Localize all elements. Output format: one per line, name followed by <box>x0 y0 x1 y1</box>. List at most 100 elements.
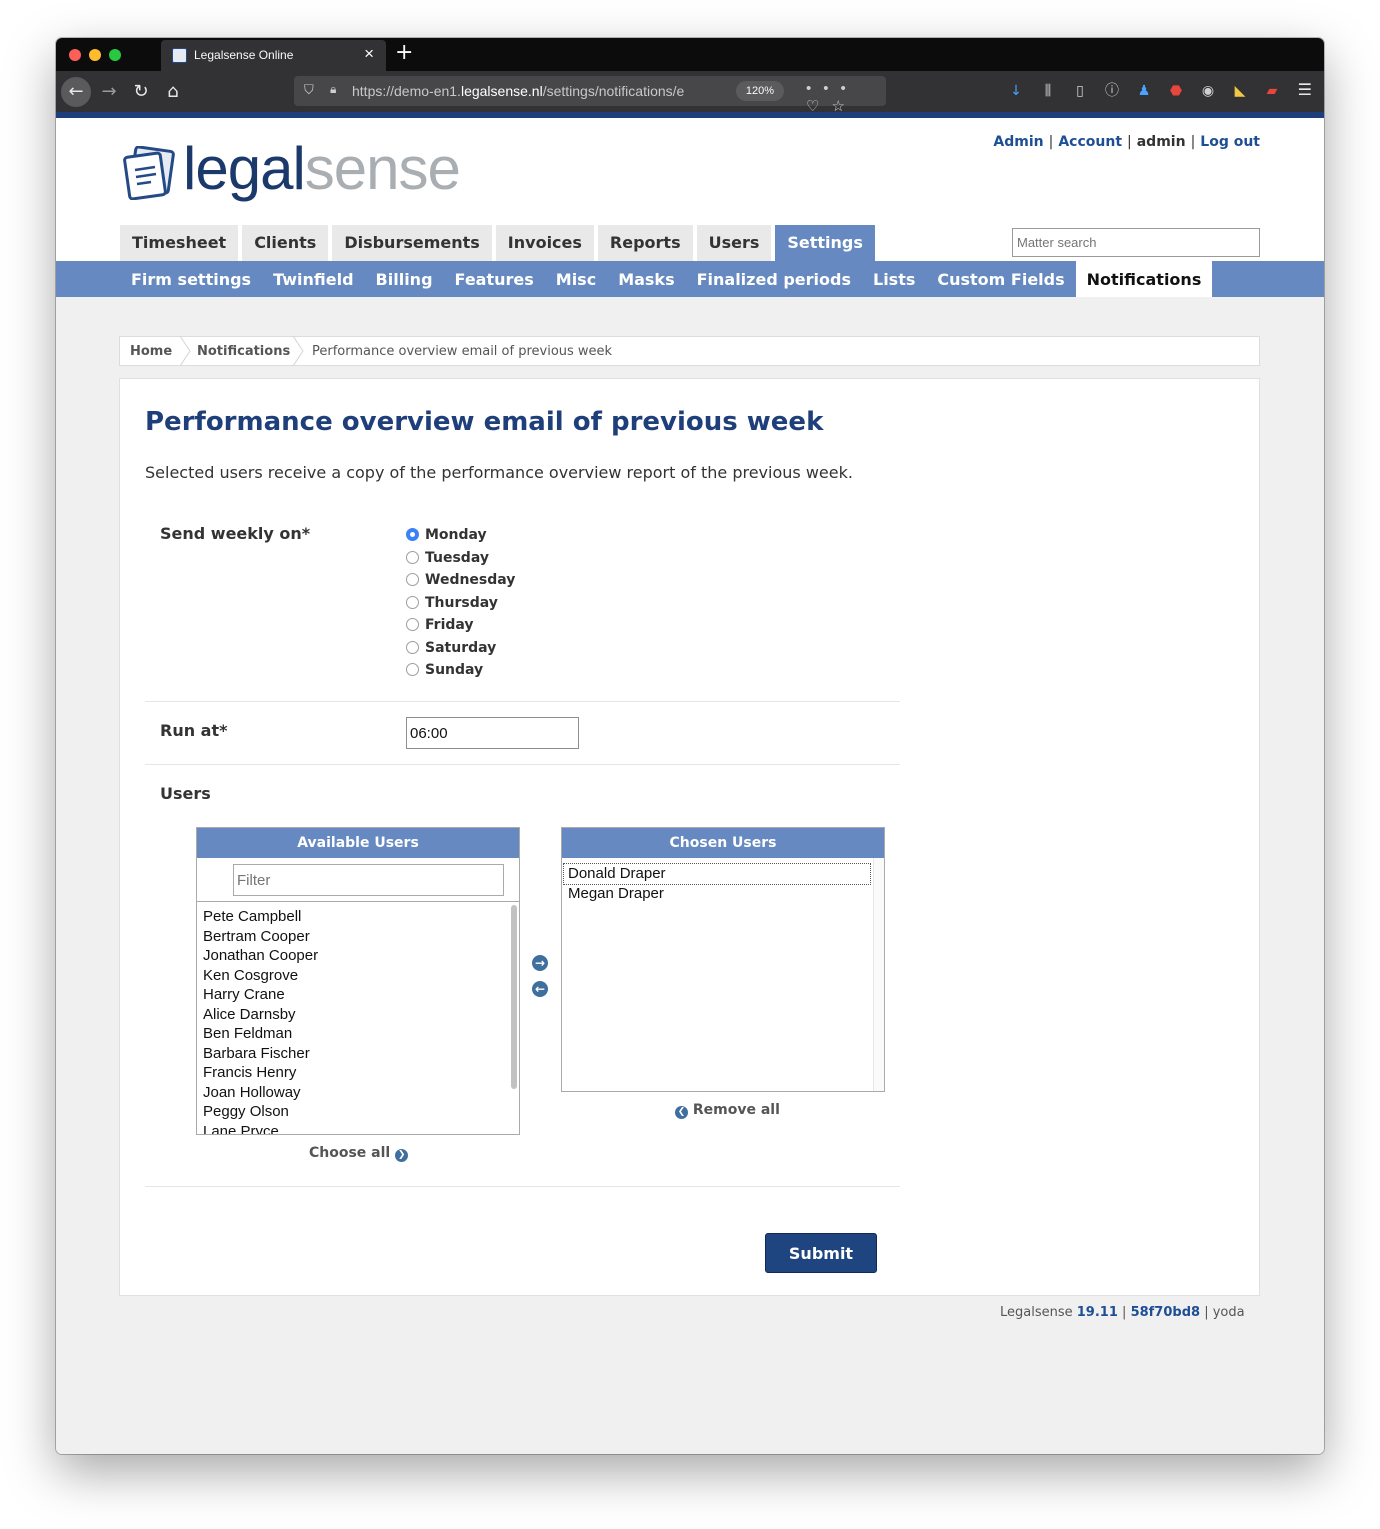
home-button[interactable]: ⌂ <box>158 77 188 107</box>
radio-wednesday[interactable]: Wednesday <box>406 572 515 592</box>
admin-link[interactable]: Admin <box>993 134 1043 150</box>
remove-all-link[interactable]: ❮ Remove all <box>675 1102 780 1119</box>
downloads-icon[interactable]: ↓ <box>1000 83 1032 99</box>
tab-clients[interactable]: Clients <box>242 225 329 261</box>
subtab-firm-settings[interactable]: Firm settings <box>120 261 262 297</box>
page-description: Selected users receive a copy of the per… <box>145 463 853 482</box>
maximize-window-button[interactable] <box>109 49 121 61</box>
minimize-window-button[interactable] <box>89 49 101 61</box>
radio-thursday[interactable]: Thursday <box>406 595 498 615</box>
browser-toolbar: ← → ↻ ⌂ ⛉ 🔒︎ https://demo-en1.legalsense… <box>56 71 1324 115</box>
address-bar[interactable]: ⛉ 🔒︎ https://demo-en1.legalsense.nl/sett… <box>294 76 886 115</box>
info-icon[interactable]: ⓘ <box>1096 80 1128 100</box>
list-item[interactable]: Alice Darnsby <box>197 1005 519 1025</box>
subtab-masks[interactable]: Masks <box>607 261 685 297</box>
subtab-billing[interactable]: Billing <box>365 261 444 297</box>
more-actions-icon[interactable]: ••• <box>806 80 858 97</box>
chosen-users-list[interactable]: Donald Draper Megan Draper <box>562 858 884 1091</box>
run-at-input[interactable] <box>406 717 579 749</box>
lock-icon[interactable]: 🔒︎ <box>330 82 336 97</box>
list-item[interactable]: Jonathan Cooper <box>197 946 519 966</box>
main-navigation: Timesheet Clients Disbursements Invoices Rep… <box>120 225 879 261</box>
radio-sunday[interactable]: Sunday <box>406 662 483 682</box>
radio-saturday[interactable]: Saturday <box>406 640 496 660</box>
choose-all-link[interactable]: Choose all ❯ <box>309 1145 409 1162</box>
radio-button[interactable] <box>406 528 419 541</box>
radio-button[interactable] <box>406 551 419 564</box>
radio-button[interactable] <box>406 618 419 631</box>
radio-button[interactable] <box>406 641 419 654</box>
new-tab-button[interactable]: + <box>395 41 413 65</box>
subtab-lists[interactable]: Lists <box>862 261 926 297</box>
radio-tuesday[interactable]: Tuesday <box>406 550 489 570</box>
list-item[interactable]: Harry Crane <box>197 985 519 1005</box>
matter-search-input[interactable] <box>1012 228 1260 257</box>
tab-users[interactable]: Users <box>696 225 772 261</box>
color-extension-icon[interactable]: ◣ <box>1224 83 1256 99</box>
list-item[interactable]: Lane Pryce <box>197 1122 519 1135</box>
add-user-arrow-icon[interactable]: → <box>532 955 548 971</box>
filter-input[interactable] <box>233 864 504 896</box>
list-item[interactable]: Ben Feldman <box>197 1024 519 1044</box>
url-text[interactable]: https://demo-en1.legalsense.nl/settings/… <box>352 83 702 99</box>
list-item[interactable]: Francis Henry <box>197 1063 519 1083</box>
close-window-button[interactable] <box>69 49 81 61</box>
radio-monday[interactable]: Monday <box>406 527 487 547</box>
radio-button[interactable] <box>406 596 419 609</box>
extension-bell-icon[interactable]: ♟ <box>1128 83 1160 99</box>
tab-reports[interactable]: Reports <box>597 225 693 261</box>
adblock-icon[interactable]: ⬣ <box>1160 83 1192 99</box>
tab-invoices[interactable]: Invoices <box>495 225 594 261</box>
hamburger-menu-icon[interactable]: ☰ <box>1298 80 1312 99</box>
radio-button[interactable] <box>406 663 419 676</box>
commit-link[interactable]: 58f70bd8 <box>1131 1305 1201 1320</box>
available-users-list[interactable]: Pete Campbell Bertram Cooper Jonathan Co… <box>197 902 519 1134</box>
subtab-notifications[interactable]: Notifications <box>1075 261 1213 297</box>
list-item[interactable]: Joan Holloway <box>197 1083 519 1103</box>
account-icon[interactable]: ◉ <box>1192 83 1224 99</box>
extension-toolbar: ↓ ⫼ ▯ ⓘ ♟ ⬣ ◉ ◣ ▰ <box>1000 80 1288 100</box>
submit-button[interactable]: Submit <box>765 1233 877 1273</box>
back-button[interactable]: ← <box>61 77 91 107</box>
chevron-left-icon: ❮ <box>675 1106 688 1119</box>
legalsense-logo[interactable]: legalsense <box>123 135 461 204</box>
forward-button[interactable]: → <box>94 77 124 107</box>
chosen-users-panel: Chosen Users Donald Draper Megan Draper <box>561 827 885 1092</box>
list-item[interactable]: Bertram Cooper <box>197 927 519 947</box>
list-item[interactable]: Barbara Fischer <box>197 1044 519 1064</box>
browser-tab[interactable]: Legalsense Online × <box>161 40 386 71</box>
list-item[interactable]: Megan Draper <box>562 884 884 904</box>
remove-user-arrow-icon[interactable]: ← <box>532 981 548 997</box>
radio-friday[interactable]: Friday <box>406 617 474 637</box>
shield-icon[interactable]: ⛉ <box>304 82 314 98</box>
browser-window: Legalsense Online × + ← → ↻ ⌂ ⛉ 🔒︎ https… <box>56 38 1324 1454</box>
list-scroll-track[interactable] <box>873 858 884 1091</box>
reload-button[interactable]: ↻ <box>126 77 156 107</box>
list-scrollbar[interactable] <box>511 905 517 1089</box>
list-item[interactable]: Ken Cosgrove <box>197 966 519 986</box>
tab-disbursements[interactable]: Disbursements <box>332 225 492 261</box>
subtab-features[interactable]: Features <box>444 261 545 297</box>
list-item[interactable]: Peggy Olson <box>197 1102 519 1122</box>
tab-timesheet[interactable]: Timesheet <box>120 225 239 261</box>
subtab-misc[interactable]: Misc <box>545 261 607 297</box>
logout-link[interactable]: Log out <box>1200 134 1260 150</box>
subtab-finalized-periods[interactable]: Finalized periods <box>686 261 862 297</box>
breadcrumb-notifications[interactable]: Notifications <box>197 344 290 359</box>
version-link[interactable]: 19.11 <box>1077 1305 1118 1320</box>
breadcrumb-current: Performance overview email of previous w… <box>312 344 613 359</box>
tab-settings[interactable]: Settings <box>775 225 875 261</box>
zoom-level[interactable]: 120% <box>736 81 784 101</box>
subtab-twinfield[interactable]: Twinfield <box>262 261 364 297</box>
close-tab-icon[interactable]: × <box>364 45 374 62</box>
sidebar-icon[interactable]: ▯ <box>1064 83 1096 99</box>
library-icon[interactable]: ⫼ <box>1032 83 1064 99</box>
radio-button[interactable] <box>406 573 419 586</box>
breadcrumb-home[interactable]: Home <box>130 344 172 359</box>
list-item[interactable]: Pete Campbell <box>197 907 519 927</box>
pdf-extension-icon[interactable]: ▰ <box>1256 83 1288 99</box>
subtab-custom-fields[interactable]: Custom Fields <box>926 261 1075 297</box>
account-link[interactable]: Account <box>1058 134 1122 150</box>
logo-wordmark: legalsense <box>183 135 461 202</box>
list-item[interactable]: Donald Draper <box>563 863 871 885</box>
